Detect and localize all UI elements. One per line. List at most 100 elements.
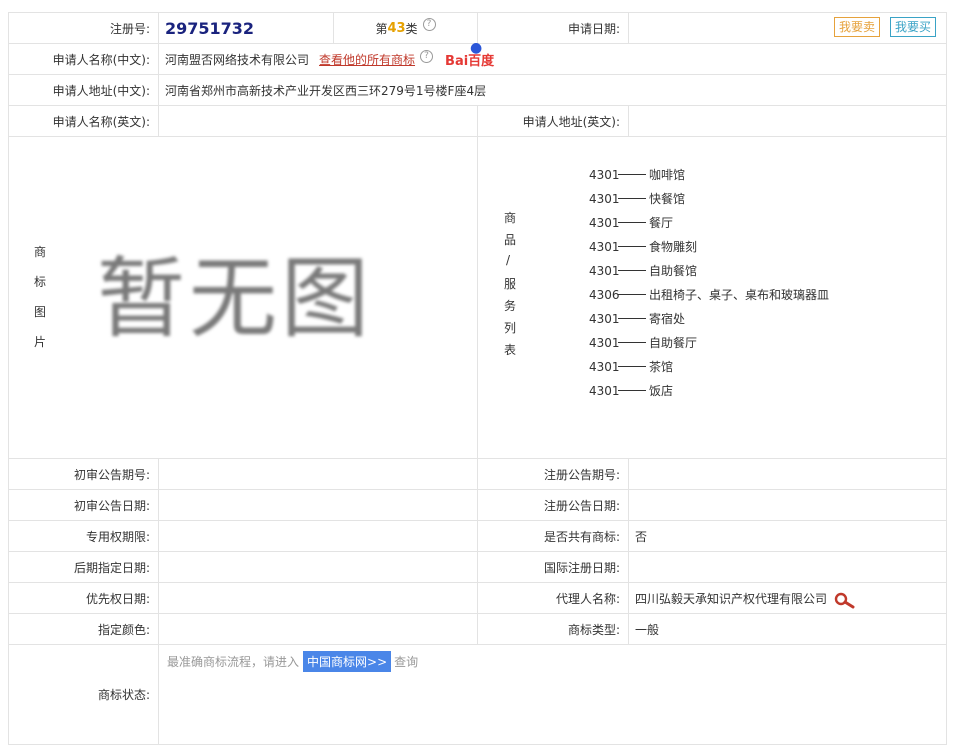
applicant-name-cn: 河南盟否网络技术有限公司 — [165, 52, 310, 67]
goods-item: 4301 食物雕刻 — [589, 240, 698, 254]
priority-date-cell — [158, 582, 478, 614]
help-icon[interactable]: ? — [420, 49, 434, 63]
addr-cn-cell: 河南省郑州市高新技术产业开发区西三环279号1号楼F座4层 — [158, 74, 947, 106]
prelim-pub-no-cell — [158, 458, 478, 490]
agent-label: 代理人名称: — [555, 591, 620, 606]
addr-cn-label-cell: 申请人地址(中文): — [8, 74, 159, 106]
goods-item: 4301 自助餐馆 — [589, 264, 698, 278]
goods-item: 4301 快餐馆 — [589, 192, 686, 206]
prelim-pub-date-label-cell: 初审公告日期: — [8, 489, 159, 521]
reg-pub-date-label-cell: 注册公告日期: — [477, 489, 629, 521]
status-hint: 最准确商标流程，请进入 — [167, 655, 300, 669]
goods-label-char: 品 — [504, 233, 517, 247]
image-label-char: 商 — [34, 245, 47, 259]
view-all-trademarks-link[interactable]: 查看他的所有商标 — [319, 51, 415, 68]
status-suffix: 查询 — [394, 655, 419, 669]
goods-item: 4306 出租椅子、桌子、桌布和玻璃器皿 — [589, 288, 830, 302]
apply-date-cell: 我要卖 我要买 — [628, 12, 947, 44]
prelim-pub-no-label: 初审公告期号: — [73, 467, 150, 482]
exclusive-period-cell — [158, 520, 478, 552]
type-label: 商标类型: — [567, 622, 620, 637]
goods-label-char: / — [506, 253, 511, 267]
goods-item: 4301 自助餐厅 — [589, 336, 698, 350]
intl-reg-date-label: 国际注册日期: — [543, 560, 620, 575]
agent-label-cell: 代理人名称: — [477, 582, 629, 614]
prelim-pub-no-label-cell: 初审公告期号: — [8, 458, 159, 490]
class-cell: 第 43 类 ? — [333, 12, 478, 44]
reg-no-value: 29751732 — [165, 18, 255, 38]
applicant-addr-cn: 河南省郑州市高新技术产业开发区西三环279号1号楼F座4层 — [165, 83, 487, 98]
china-trademark-link[interactable]: 中国商标网>> — [303, 651, 392, 672]
agent-value: 四川弘毅天承知识产权代理有限公司 — [635, 591, 828, 606]
goods-item: 4301 饭店 — [589, 384, 674, 398]
type-cell: 一般 — [628, 613, 947, 645]
priority-date-label-cell: 优先权日期: — [8, 582, 159, 614]
class-number: 43 — [387, 20, 406, 36]
exclusive-period-label-cell: 专用权期限: — [8, 520, 159, 552]
type-label-cell: 商标类型: — [477, 613, 629, 645]
goods-item: 4301 咖啡馆 — [589, 168, 686, 182]
addr-cn-label: 申请人地址(中文): — [52, 83, 150, 98]
intl-reg-date-label-cell: 国际注册日期: — [477, 551, 629, 583]
reg-pub-date-label: 注册公告日期: — [543, 498, 620, 513]
later-date-label-cell: 后期指定日期: — [8, 551, 159, 583]
reg-pub-no-label: 注册公告期号: — [543, 467, 620, 482]
baidu-paw-icon: ● — [470, 39, 483, 56]
sell-button[interactable]: 我要卖 — [834, 17, 881, 37]
goods-label-char: 商 — [504, 211, 517, 225]
type-value: 一般 — [635, 622, 660, 637]
shared-cell: 否 — [628, 520, 947, 552]
prelim-pub-date-label: 初审公告日期: — [73, 498, 150, 513]
goods-label-char: 表 — [504, 343, 517, 357]
addr-en-label-cell: 申请人地址(英文): — [477, 105, 629, 137]
reg-pub-no-cell — [628, 458, 947, 490]
shared-label-cell: 是否共有商标: — [477, 520, 629, 552]
reg-pub-date-cell — [628, 489, 947, 521]
reg-no-label-cell: 注册号: — [8, 12, 159, 44]
prelim-pub-date-cell — [158, 489, 478, 521]
name-en-cell — [158, 105, 478, 137]
reg-no-cell: 29751732 — [158, 12, 334, 44]
image-label-char: 标 — [34, 275, 47, 289]
name-cn-cell: 河南盟否网络技术有限公司 查看他的所有商标 ? ● Bai百度 — [158, 40, 947, 75]
reg-no-label: 注册号: — [109, 21, 150, 36]
apply-date-label-cell: 申请日期: — [477, 12, 629, 44]
shared-value: 否 — [635, 529, 648, 544]
addr-en-label: 申请人地址(英文): — [522, 114, 620, 129]
goods-item: 4301 寄宿处 — [589, 312, 686, 326]
color-label-cell: 指定颜色: — [8, 613, 159, 645]
exclusive-period-label: 专用权期限: — [85, 529, 150, 544]
intl-reg-date-cell — [628, 551, 947, 583]
image-label-char: 片 — [34, 335, 47, 349]
reg-pub-no-label-cell: 注册公告期号: — [477, 458, 629, 490]
class-suffix: 类 — [405, 21, 418, 36]
no-image-placeholder: 暂无图 — [97, 247, 374, 350]
status-label: 商标状态: — [97, 688, 150, 702]
class-prefix: 第 — [375, 21, 388, 36]
buy-button[interactable]: 我要买 — [890, 17, 937, 37]
goods-label-char: 务 — [504, 299, 517, 313]
name-cn-label: 申请人名称(中文): — [52, 52, 150, 67]
baidu-logo[interactable]: ● Bai百度 — [445, 40, 494, 69]
status-label-cell: 商标状态: — [8, 644, 159, 745]
apply-date-label: 申请日期: — [567, 21, 620, 36]
search-magnifier-icon[interactable] — [833, 592, 859, 610]
priority-date-label: 优先权日期: — [85, 591, 150, 606]
trademark-image-cell: 商 标 图 片 暂无图 — [8, 136, 478, 459]
name-cn-label-cell: 申请人名称(中文): — [8, 43, 159, 75]
color-cell — [158, 613, 478, 645]
name-en-label: 申请人名称(英文): — [52, 114, 150, 129]
agent-cell: 四川弘毅天承知识产权代理有限公司 — [628, 582, 947, 614]
status-cell: 最准确商标流程，请进入 中国商标网>> 查询 — [158, 644, 947, 745]
goods-label-char: 服 — [504, 277, 517, 291]
goods-item: 4301 茶馆 — [589, 360, 674, 374]
shared-label: 是否共有商标: — [543, 529, 620, 544]
later-date-label: 后期指定日期: — [73, 560, 150, 575]
color-label: 指定颜色: — [97, 622, 150, 637]
later-date-cell — [158, 551, 478, 583]
name-en-label-cell: 申请人名称(英文): — [8, 105, 159, 137]
image-label-char: 图 — [34, 305, 47, 319]
goods-label-char: 列 — [504, 321, 517, 335]
addr-en-cell — [628, 105, 947, 137]
help-icon[interactable]: ? — [422, 17, 436, 31]
